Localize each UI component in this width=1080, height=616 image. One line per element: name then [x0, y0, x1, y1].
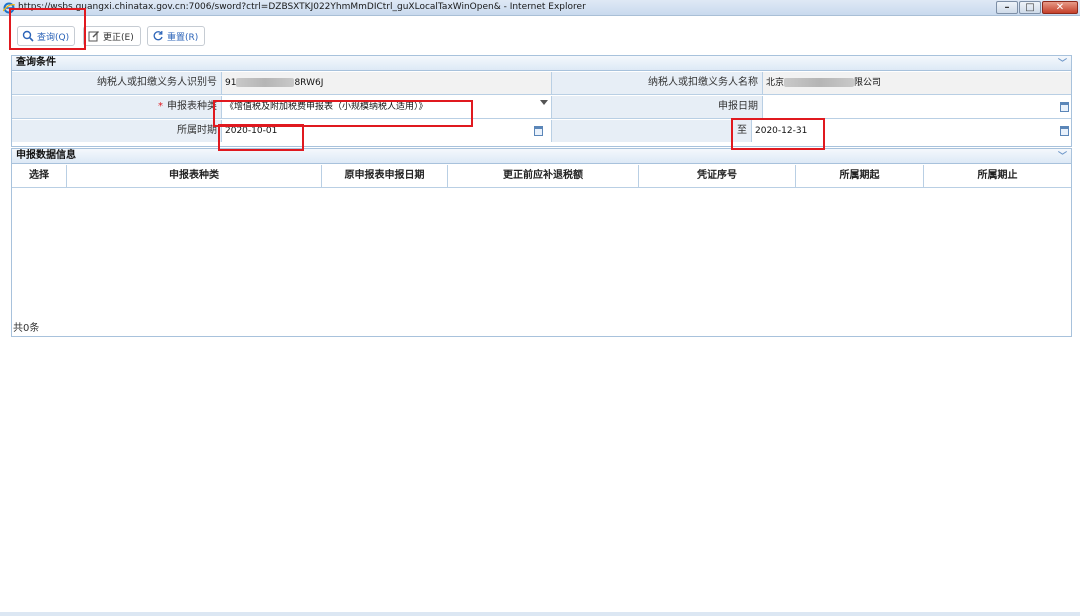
period-label: 所属时期 — [12, 120, 222, 142]
refresh-icon — [153, 31, 163, 41]
toolbar: 查询(Q) 更正(E) 重置(R) — [0, 17, 1080, 53]
calendar-icon[interactable] — [534, 126, 543, 136]
report-type-value: 《增值税及附加税费申报表（小规模纳税人适用）》 — [225, 102, 428, 112]
period-start-input[interactable]: 2020-10-01 — [222, 120, 552, 142]
report-type-label: 申报表种类 — [167, 101, 217, 112]
redacted-block — [236, 78, 295, 87]
taxpayer-name-label: 纳税人或扣缴义务人名称 — [552, 72, 763, 94]
taxpayer-name-field: 北京 限公司 — [763, 72, 1071, 94]
period-start-value: 2020-10-01 — [225, 126, 278, 136]
report-type-label-cell: * 申报表种类 — [12, 96, 222, 118]
taxpayer-row: 纳税人或扣缴义务人识别号 91 8RW6J 纳税人或扣缴义务人名称 北京 限公司 — [12, 72, 1071, 95]
correct-button[interactable]: 更正(E) — [83, 26, 141, 46]
period-row: 所属时期 2020-10-01 至 2020-12-31 — [12, 120, 1071, 143]
minimize-button[interactable]: – — [996, 1, 1018, 14]
minimize-icon: – — [1004, 2, 1010, 13]
reset-button[interactable]: 重置(R) — [147, 26, 205, 46]
query-button-label: 查询(Q) — [37, 32, 70, 43]
table-header: 选择 申报表种类 原申报表申报日期 更正前应补退税额 凭证序号 所属期起 所属期… — [12, 165, 1071, 188]
column-header-period-start[interactable]: 所属期起 — [796, 165, 924, 187]
query-conditions-header[interactable]: 查询条件 ﹀ — [12, 56, 1071, 71]
maximize-icon: □ — [1025, 2, 1035, 13]
report-data-header[interactable]: 申报数据信息 ﹀ — [12, 149, 1071, 164]
period-end-value: 2020-12-31 — [755, 126, 808, 136]
chevron-down-icon[interactable]: ﹀ — [1058, 150, 1068, 162]
redacted-block — [784, 78, 855, 87]
column-header-report-type[interactable]: 申报表种类 — [67, 165, 322, 187]
window-title-bar: https://wsbs.guangxi.chinatax.gov.cn:700… — [0, 0, 1080, 16]
close-icon: ✕ — [1055, 2, 1065, 13]
taxpayer-id-field: 91 8RW6J — [222, 72, 552, 94]
search-icon — [22, 30, 34, 42]
reset-button-label: 重置(R) — [167, 32, 199, 43]
report-date-label: 申报日期 — [552, 96, 763, 118]
edit-icon — [88, 31, 99, 42]
query-button[interactable]: 查询(Q) — [17, 26, 75, 46]
report-data-panel: 申报数据信息 ﹀ 选择 申报表种类 原申报表申报日期 更正前应补退税额 凭证序号… — [11, 148, 1072, 337]
query-conditions-panel: 查询条件 ﹀ 纳税人或扣缴义务人识别号 91 8RW6J 纳税人或扣缴义务人名称 … — [11, 55, 1072, 147]
taxpayer-name-prefix: 北京 — [766, 78, 785, 88]
taxpayer-name-suffix: 限公司 — [854, 78, 882, 88]
taxpayer-id-prefix: 91 — [225, 78, 237, 88]
required-marker: * — [158, 101, 163, 112]
window-title: https://wsbs.guangxi.chinatax.gov.cn:700… — [18, 2, 586, 12]
report-date-input[interactable] — [763, 96, 1071, 118]
ie-icon — [3, 2, 15, 14]
maximize-button[interactable]: □ — [1019, 1, 1041, 14]
window-controls: – □ ✕ — [995, 1, 1078, 15]
column-header-voucher-no[interactable]: 凭证序号 — [639, 165, 796, 187]
taxpayer-id-label: 纳税人或扣缴义务人识别号 — [12, 72, 222, 94]
window-bottom-edge — [0, 612, 1080, 616]
query-conditions-title: 查询条件 — [16, 57, 56, 68]
column-header-period-end[interactable]: 所属期止 — [924, 165, 1071, 187]
calendar-icon[interactable] — [1060, 102, 1069, 112]
chevron-down-icon[interactable] — [540, 100, 548, 105]
calendar-icon[interactable] — [1060, 126, 1069, 136]
period-to-label: 至 — [552, 120, 752, 142]
column-header-pre-correction-amount[interactable]: 更正前应补退税额 — [448, 165, 639, 187]
column-header-select[interactable]: 选择 — [12, 165, 67, 187]
chevron-down-icon[interactable]: ﹀ — [1058, 57, 1068, 69]
column-header-original-date[interactable]: 原申报表申报日期 — [322, 165, 448, 187]
period-end-input[interactable]: 2020-12-31 — [752, 120, 1071, 142]
record-count: 共0条 — [13, 323, 40, 334]
close-window-button[interactable]: ✕ — [1042, 1, 1078, 14]
report-data-title: 申报数据信息 — [16, 150, 76, 161]
report-type-row: * 申报表种类 《增值税及附加税费申报表（小规模纳税人适用）》 申报日期 — [12, 96, 1071, 119]
correct-button-label: 更正(E) — [103, 32, 134, 43]
taxpayer-id-suffix: 8RW6J — [294, 78, 324, 88]
report-type-select[interactable]: 《增值税及附加税费申报表（小规模纳税人适用）》 — [222, 96, 552, 118]
table-body-empty — [12, 189, 1071, 309]
